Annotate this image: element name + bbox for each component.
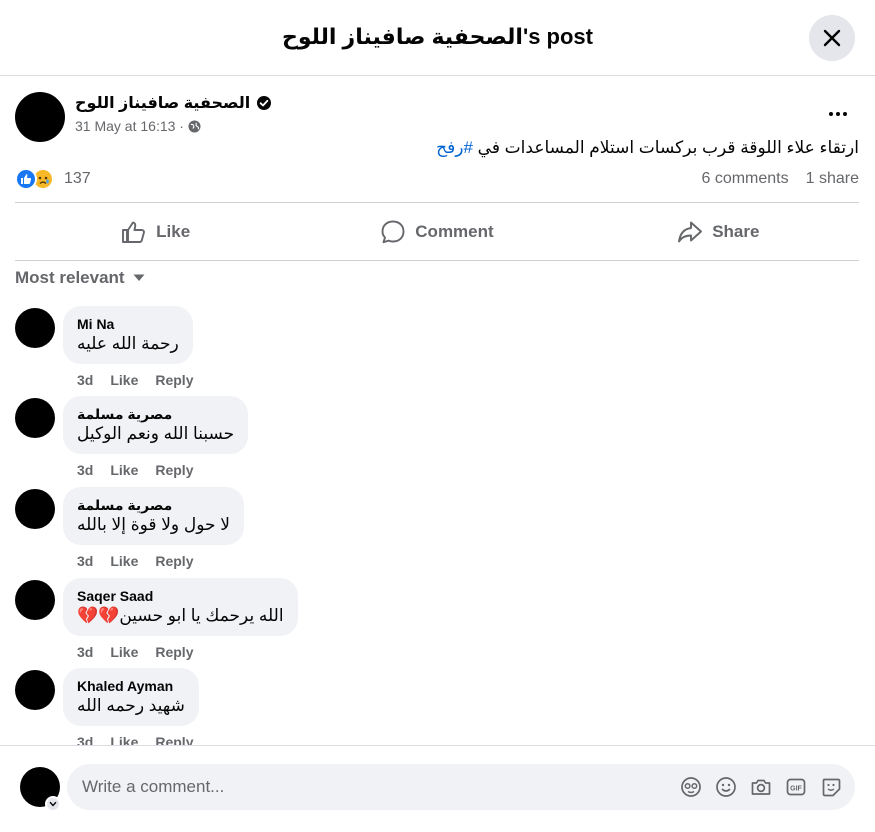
commenter-avatar[interactable] — [15, 489, 55, 529]
gif-button[interactable]: GIF — [785, 776, 807, 798]
comment-composer-area: GIF — [0, 745, 875, 832]
comment-text: الله يرحمك يا ابو حسين💔💔 — [77, 606, 284, 625]
comment-actions: 3d Like Reply — [77, 644, 193, 660]
comment-actions: 3d Like Reply — [77, 462, 193, 478]
sticker-button[interactable] — [820, 776, 842, 798]
share-label: Share — [712, 221, 760, 241]
comments-count[interactable]: 6 comments — [701, 168, 788, 190]
comment-icon — [381, 220, 405, 243]
post-text: ارتقاء علاء اللوقة قرب بركسات استلام الم… — [436, 136, 859, 160]
reactions-summary[interactable]: 137 — [15, 168, 91, 190]
comment-bubble: Khaled Ayman شهيد رحمه الله — [63, 668, 199, 726]
hashtag-link[interactable]: #رفح — [436, 138, 473, 157]
comment-bubble: Mi Na رحمة الله عليه — [63, 306, 193, 364]
camera-icon — [751, 779, 771, 795]
verified-icon — [257, 96, 272, 110]
like-icon — [122, 221, 146, 243]
commenter-avatar[interactable] — [15, 398, 55, 438]
photo-button[interactable] — [750, 776, 772, 798]
post-meta: 31 May at 16:13 · — [75, 118, 201, 134]
comment-text: رحمة الله عليه — [77, 334, 179, 353]
like-label: Like — [156, 221, 191, 241]
dialog-header: الصحفية صافيناز اللوح's post — [0, 0, 875, 76]
chevron-down-icon — [49, 801, 57, 807]
comment-input[interactable] — [82, 777, 680, 797]
share-icon — [678, 221, 703, 242]
commenter-name[interactable]: مصرية مسلمة — [77, 496, 230, 514]
emoji-icon — [716, 777, 736, 797]
comment-like-button[interactable]: Like — [110, 734, 138, 745]
profile-switch-button[interactable] — [45, 796, 61, 812]
avatar-sticker-button[interactable] — [680, 776, 702, 798]
svg-text:GIF: GIF — [790, 785, 802, 792]
commenter-name[interactable]: مصرية مسلمة — [77, 405, 234, 423]
like-reaction-icon — [15, 168, 37, 190]
comment-sort-dropdown[interactable]: Most relevant — [15, 266, 145, 290]
comment-actions: 3d Like Reply — [77, 372, 193, 388]
like-button[interactable]: Like — [15, 203, 296, 260]
author-name-row: الصحفية صافيناز اللوح — [75, 92, 272, 114]
more-options-button[interactable] — [818, 100, 858, 128]
shares-count[interactable]: 1 share — [806, 168, 859, 190]
sort-label: Most relevant — [15, 268, 125, 287]
comment-box: GIF — [67, 764, 855, 810]
comments-list: Mi Na رحمة الله عليه 3d Like Reply مصرية… — [0, 296, 875, 745]
comment-time[interactable]: 3d — [77, 372, 93, 388]
globe-icon — [188, 119, 201, 133]
close-icon — [823, 29, 841, 47]
comment-like-button[interactable]: Like — [110, 462, 138, 478]
post-timestamp[interactable]: 31 May at 16:13 · — [75, 118, 184, 134]
gif-icon: GIF — [786, 778, 806, 796]
composer-tools: GIF — [680, 776, 855, 798]
more-icon — [829, 112, 833, 116]
comment-time[interactable]: 3d — [77, 734, 93, 745]
comment-like-button[interactable]: Like — [110, 644, 138, 660]
comment-bubble: مصرية مسلمة حسبنا الله ونعم الوكيل — [63, 396, 249, 454]
comment-actions: 3d Like Reply — [77, 553, 193, 569]
dialog-title: الصحفية صافيناز اللوح's post — [282, 24, 593, 49]
commenter-avatar[interactable] — [15, 580, 55, 620]
commenter-name[interactable]: Saqer Saad — [77, 587, 284, 605]
comment-text: لا حول ولا قوة إلا بالله — [77, 515, 230, 534]
sticker-icon — [822, 778, 841, 797]
close-button[interactable] — [809, 15, 855, 61]
post-stats: 6 comments 1 share — [701, 168, 859, 190]
comment-like-button[interactable]: Like — [110, 553, 138, 569]
comment-time[interactable]: 3d — [77, 553, 93, 569]
author-name[interactable]: الصحفية صافيناز اللوح — [75, 93, 250, 113]
author-avatar[interactable] — [15, 92, 65, 142]
comment-like-button[interactable]: Like — [110, 372, 138, 388]
comment-actions: 3d Like Reply — [77, 734, 193, 745]
emoji-button[interactable] — [715, 776, 737, 798]
avatar-sticker-icon — [681, 777, 701, 797]
commenter-avatar[interactable] — [15, 308, 55, 348]
post-body: ارتقاء علاء اللوقة قرب بركسات استلام الم… — [472, 138, 859, 157]
commenter-name[interactable]: Khaled Ayman — [77, 677, 185, 695]
commenter-avatar[interactable] — [15, 670, 55, 710]
comment-time[interactable]: 3d — [77, 462, 93, 478]
caret-down-icon — [133, 274, 145, 281]
comment-bubble: مصرية مسلمة لا حول ولا قوة إلا بالله — [63, 487, 244, 545]
comment-text: حسبنا الله ونعم الوكيل — [77, 424, 235, 443]
comment-button[interactable]: Comment — [296, 203, 577, 260]
comment-time[interactable]: 3d — [77, 644, 93, 660]
comment-reply-button[interactable]: Reply — [155, 462, 193, 478]
commenter-name[interactable]: Mi Na — [77, 315, 179, 333]
comment-reply-button[interactable]: Reply — [155, 734, 193, 745]
comment-text: شهيد رحمه الله — [77, 696, 185, 715]
comment-label: Comment — [415, 221, 494, 241]
post-actions-bar: Like Comment Share — [15, 202, 859, 261]
share-button[interactable]: Share — [578, 203, 859, 260]
comment-bubble: Saqer Saad الله يرحمك يا ابو حسين💔💔 — [63, 578, 298, 636]
comment-reply-button[interactable]: Reply — [155, 372, 193, 388]
comment-reply-button[interactable]: Reply — [155, 553, 193, 569]
reaction-count: 137 — [64, 170, 91, 187]
comment-reply-button[interactable]: Reply — [155, 644, 193, 660]
